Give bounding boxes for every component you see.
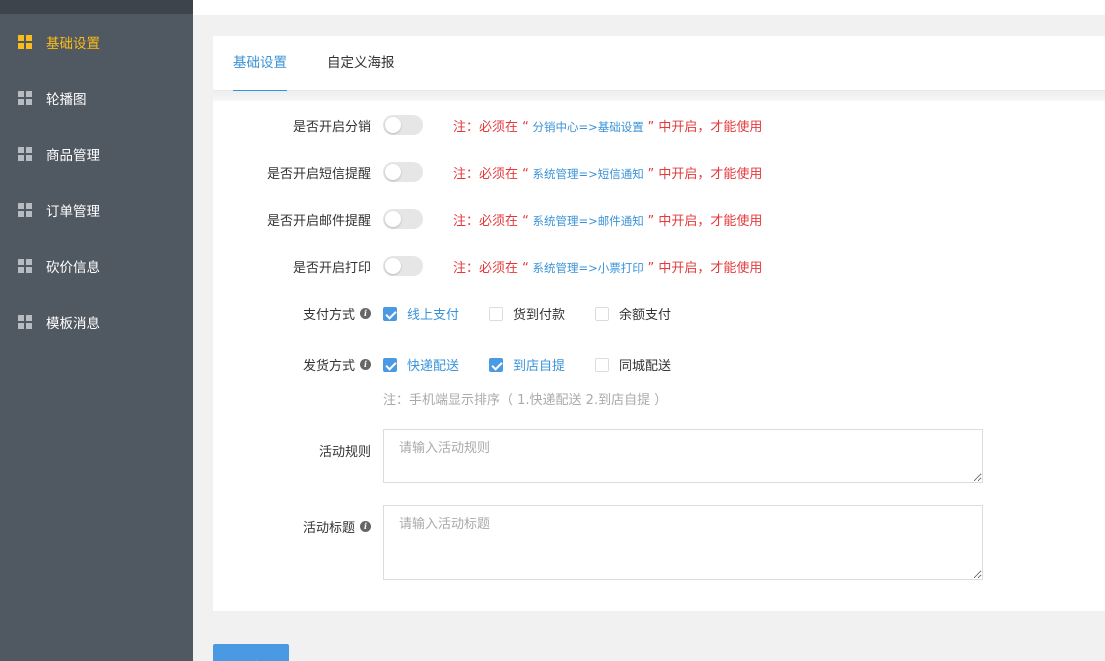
print-label: 是否开启打印	[292, 260, 371, 276]
payment-label-text: 支付方式	[302, 308, 355, 323]
payment-balance-checkbox[interactable]: 余额支付	[595, 304, 671, 323]
grid-icon	[18, 34, 33, 50]
sidebar-item-label: 砍价信息	[46, 260, 100, 276]
rules-textarea[interactable]	[383, 429, 983, 483]
distribution-row: 是否开启分销 注：必须在 “ 分销中心=>基础设置 ” 中开启，才能使用	[213, 115, 762, 135]
delivery-label: 发货方式 i	[213, 355, 371, 374]
note-prefix: 注：必须在 “	[453, 213, 529, 229]
title-label-text: 活动标题	[302, 521, 355, 536]
note-path: 系统管理=>小票打印	[528, 260, 648, 275]
note-suffix: ” 中开启，才能使用	[647, 213, 763, 229]
switch-knob	[385, 164, 401, 180]
sidebar-item-label: 轮播图	[46, 92, 87, 108]
payment-cod-checkbox[interactable]: 货到付款	[489, 304, 565, 323]
rules-label: 活动规则	[318, 445, 371, 460]
delivery-express-checkbox[interactable]: 快递配送	[383, 355, 459, 374]
switch-knob	[385, 211, 401, 227]
note-prefix: 注：必须在 “	[453, 260, 529, 276]
rules-row: 活动规则	[213, 429, 983, 483]
email-note: 注：必须在 “ 系统管理=>邮件通知 ” 中开启，才能使用	[453, 210, 762, 229]
print-note: 注：必须在 “ 系统管理=>小票打印 ” 中开启，才能使用	[453, 257, 762, 276]
tab-custom-poster[interactable]: 自定义海报	[327, 36, 395, 91]
note-suffix: ” 中开启，才能使用	[647, 260, 763, 276]
note-path: 分销中心=>基础设置	[528, 119, 648, 134]
grid-icon	[18, 258, 33, 274]
note-suffix: ” 中开启，才能使用	[647, 166, 763, 182]
sidebar-item-templates[interactable]: 模板消息	[0, 294, 193, 350]
sidebar-top-bar	[0, 0, 193, 14]
save-button[interactable]: 保存	[213, 644, 289, 661]
tab-divider	[213, 91, 1105, 101]
checkbox-label: 快递配送	[407, 359, 460, 374]
switch-knob	[385, 258, 401, 274]
sms-switch[interactable]	[383, 162, 423, 182]
tab-basic-settings[interactable]: 基础设置	[233, 36, 287, 92]
grid-icon	[18, 314, 33, 330]
checkbox-label: 到店自提	[513, 359, 566, 374]
email-row: 是否开启邮件提醒 注：必须在 “ 系统管理=>邮件通知 ” 中开启，才能使用	[213, 209, 762, 229]
print-switch[interactable]	[383, 256, 423, 276]
delivery-local-checkbox[interactable]: 同城配送	[595, 355, 671, 374]
sms-row: 是否开启短信提醒 注：必须在 “ 系统管理=>短信通知 ” 中开启，才能使用	[213, 162, 762, 182]
sidebar-item-basic-settings[interactable]: 基础设置	[0, 14, 193, 70]
sidebar-item-label: 基础设置	[46, 36, 100, 52]
checkbox-checked	[383, 306, 397, 321]
sidebar-item-label: 订单管理	[46, 204, 100, 220]
info-icon[interactable]: i	[360, 359, 371, 370]
checkbox-label: 余额支付	[619, 308, 672, 323]
note-prefix: 注：必须在 “	[453, 166, 529, 182]
distribution-note: 注：必须在 “ 分销中心=>基础设置 ” 中开启，才能使用	[453, 116, 762, 135]
note-suffix: ” 中开启，才能使用	[647, 119, 763, 135]
checkbox-unchecked	[595, 306, 610, 321]
sidebar-item-label: 商品管理	[46, 148, 100, 164]
info-icon[interactable]: i	[360, 521, 371, 532]
checkbox-checked	[383, 357, 397, 372]
delivery-label-text: 发货方式	[302, 359, 355, 374]
payment-row: 支付方式 i 线上支付 货到付款 余额支付	[213, 304, 701, 323]
checkbox-unchecked	[595, 357, 610, 372]
delivery-row: 发货方式 i 快递配送 到店自提 同城配送	[213, 355, 701, 374]
checkbox-label: 同城配送	[619, 359, 672, 374]
title-textarea[interactable]	[383, 505, 983, 580]
checkbox-checked	[489, 357, 504, 372]
payment-label: 支付方式 i	[213, 304, 371, 323]
email-switch[interactable]	[383, 209, 423, 229]
checkbox-label: 货到付款	[513, 308, 566, 323]
grid-icon	[18, 90, 33, 106]
sms-label: 是否开启短信提醒	[266, 166, 371, 182]
email-label: 是否开启邮件提醒	[266, 213, 371, 229]
note-path: 系统管理=>邮件通知	[528, 213, 648, 228]
delivery-pickup-checkbox[interactable]: 到店自提	[489, 355, 565, 374]
sidebar-item-bargain[interactable]: 砍价信息	[0, 238, 193, 294]
checkbox-label: 线上支付	[407, 308, 460, 323]
delivery-order-hint: 注：手机端显示排序（ 1.快递配送 2.到店自提 ）	[383, 393, 668, 408]
sidebar-item-orders[interactable]: 订单管理	[0, 182, 193, 238]
distribution-label: 是否开启分销	[292, 119, 371, 135]
checkbox-unchecked	[489, 306, 504, 321]
title-row: 活动标题 i	[213, 505, 983, 580]
print-row: 是否开启打印 注：必须在 “ 系统管理=>小票打印 ” 中开启，才能使用	[213, 256, 762, 276]
grid-icon	[18, 146, 33, 162]
sidebar-item-goods[interactable]: 商品管理	[0, 126, 193, 182]
payment-online-checkbox[interactable]: 线上支付	[383, 304, 459, 323]
top-strip	[193, 0, 1105, 15]
distribution-switch[interactable]	[383, 115, 423, 135]
note-prefix: 注：必须在 “	[453, 119, 529, 135]
title-label: 活动标题 i	[213, 517, 371, 536]
settings-panel: 基础设置 自定义海报 是否开启分销 注：必须在 “ 分销中心=>基础设置 ” 中…	[213, 36, 1105, 611]
tab-bar: 基础设置 自定义海报	[213, 36, 1105, 92]
sms-note: 注：必须在 “ 系统管理=>短信通知 ” 中开启，才能使用	[453, 163, 762, 182]
note-path: 系统管理=>短信通知	[528, 166, 648, 181]
sidebar: 基础设置 轮播图 商品管理 订单管理 砍价信息 模板消息	[0, 0, 193, 661]
info-icon[interactable]: i	[360, 308, 371, 319]
switch-knob	[385, 117, 401, 133]
grid-icon	[18, 202, 33, 218]
sidebar-item-carousel[interactable]: 轮播图	[0, 70, 193, 126]
sidebar-item-label: 模板消息	[46, 316, 100, 332]
